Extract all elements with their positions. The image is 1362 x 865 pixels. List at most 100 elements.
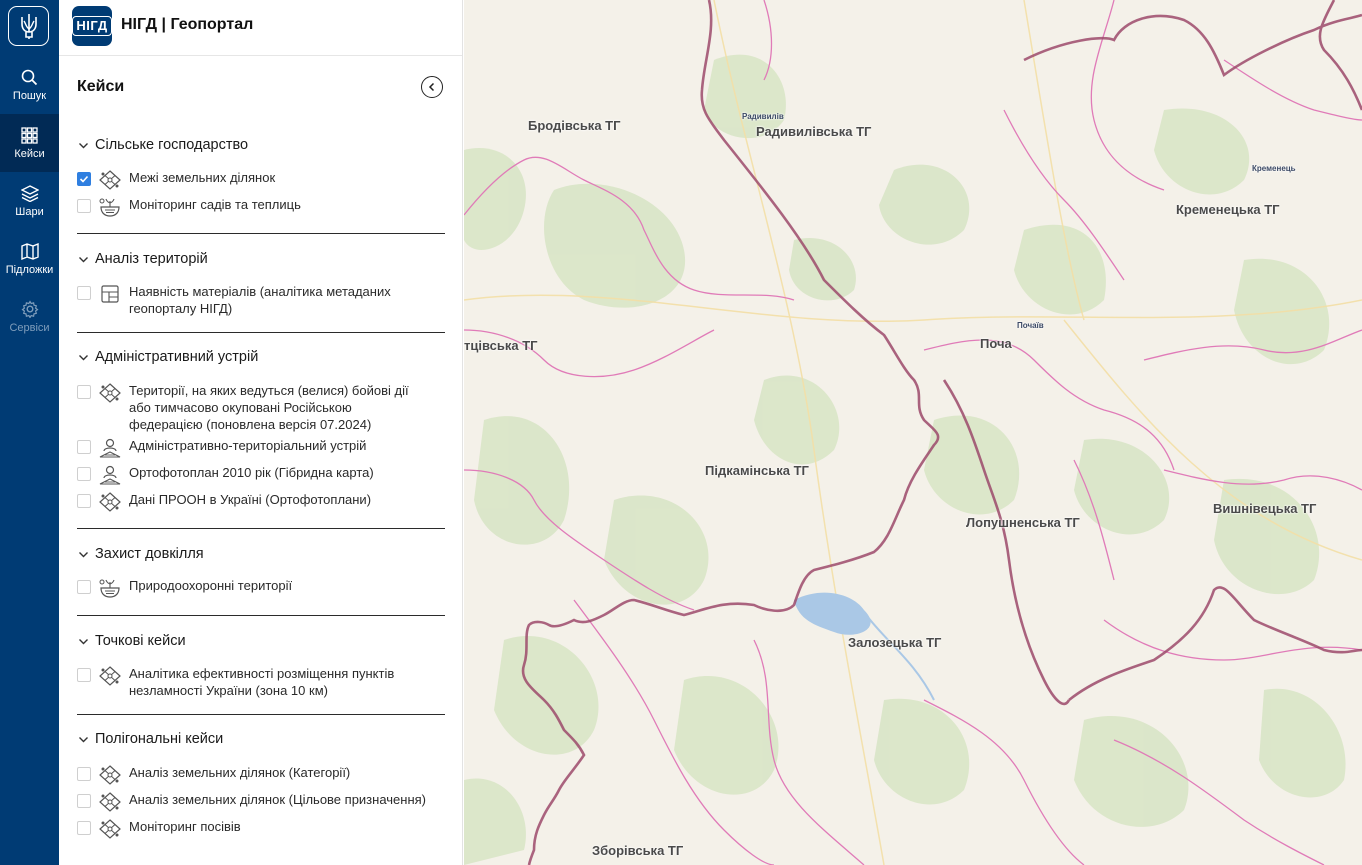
case-checkbox[interactable] — [77, 172, 91, 186]
person-pin-icon — [98, 437, 122, 459]
section-divider — [77, 528, 445, 529]
case-checkbox[interactable] — [77, 821, 91, 835]
section-title: Адміністративний устрій — [95, 349, 259, 365]
parcel-icon — [98, 382, 122, 404]
case-label: Аналіз земельних ділянок (Цільове призна… — [129, 792, 426, 807]
case-item[interactable]: Моніторинг садів та теплиць — [77, 196, 445, 218]
map-label: Залозецька ТГ — [848, 635, 942, 650]
rail-item-layers[interactable]: Шари — [0, 172, 59, 230]
coat-of-arms-logo[interactable] — [8, 6, 49, 46]
map-label: Почаїв — [1017, 321, 1044, 330]
greenhouse-icon — [98, 196, 122, 218]
section-header[interactable]: Точкові кейси — [77, 631, 445, 651]
section-divider — [77, 615, 445, 616]
case-item[interactable]: Дані ПРООН в Україні (Ортофотоплани) — [77, 491, 445, 513]
section-title: Аналіз територій — [95, 251, 208, 267]
section-divider — [77, 332, 445, 333]
section-header[interactable]: Аналіз територій — [77, 249, 445, 269]
case-item[interactable]: Аналітика ефективності розміщення пункті… — [77, 665, 445, 699]
case-item[interactable]: Аналіз земельних ділянок (Категорії) — [77, 764, 445, 786]
section-header[interactable]: Адміністративний устрій — [77, 347, 445, 367]
map-label: Підкамінська ТГ — [705, 463, 809, 478]
case-label: Ортофотоплан 2010 рік (Гібридна карта) — [129, 465, 374, 480]
case-item[interactable]: Наявність матеріалів (аналітика метадани… — [77, 283, 445, 317]
case-checkbox[interactable] — [77, 767, 91, 781]
chevron-down-icon — [77, 733, 89, 745]
section-polygon-cases: Полігональні кейси Аналіз земельних діля… — [77, 729, 445, 849]
river — [863, 611, 935, 701]
case-item[interactable]: Моніторинг посівів — [77, 818, 445, 840]
map-label: Поча — [980, 336, 1012, 351]
gear-icon — [21, 300, 38, 318]
map-canvas[interactable]: Бродівська ТГ Радивилівська ТГ Радивилів… — [464, 0, 1362, 865]
map-label: Лопушненська ТГ — [966, 515, 1080, 530]
map-label: Вишнівецька ТГ — [1213, 501, 1317, 516]
case-checkbox[interactable] — [77, 467, 91, 481]
section-header[interactable]: Сільське господарство — [77, 135, 445, 155]
case-checkbox[interactable] — [77, 440, 91, 454]
rail-item-search[interactable]: Пошук — [0, 56, 59, 114]
parcel-icon — [98, 491, 122, 513]
case-label: Межі земельних ділянок — [129, 170, 276, 185]
section-agriculture: Сільське господарство Межі земельних діл… — [77, 135, 445, 225]
case-label: Моніторинг посівів — [129, 819, 241, 834]
case-checkbox[interactable] — [77, 286, 91, 300]
case-checkbox[interactable] — [77, 494, 91, 508]
chevron-down-icon — [77, 253, 89, 265]
map-label: Зборівська ТГ — [592, 843, 684, 858]
case-label: Наявність матеріалів (аналітика метадани… — [129, 284, 391, 316]
case-checkbox[interactable] — [77, 385, 91, 399]
chevron-down-icon — [77, 548, 89, 560]
case-label: Адміністративно-територіальний устрій — [129, 438, 367, 453]
left-rail: Пошук Кейси Шари Підложки Сервіси — [0, 0, 59, 865]
case-checkbox[interactable] — [77, 794, 91, 808]
map-label: тцівська ТГ — [464, 338, 538, 353]
parcel-icon — [98, 818, 122, 840]
case-item[interactable]: Території, на яких ведуться (велися) бой… — [77, 382, 445, 433]
case-label: Аналітика ефективності розміщення пункті… — [129, 666, 395, 698]
case-item[interactable]: Природоохоронні території — [77, 577, 445, 599]
forest-areas — [464, 54, 1346, 865]
parcel-icon — [98, 791, 122, 813]
check-icon — [79, 175, 89, 183]
layout-icon — [98, 283, 122, 305]
section-header[interactable]: Полігональні кейси — [77, 729, 445, 749]
parcel-icon — [98, 764, 122, 786]
case-item[interactable]: Ортофотоплан 2010 рік (Гібридна карта) — [77, 464, 445, 486]
brand-title: НІГД | Геопортал — [121, 16, 254, 33]
map-icon — [20, 242, 39, 260]
section-title: Сільське господарство — [95, 137, 249, 153]
map-label: Кременецька ТГ — [1176, 202, 1280, 217]
parcel-icon — [98, 169, 122, 191]
map-label: Кременець — [1252, 164, 1296, 173]
chevron-left-icon — [428, 82, 435, 92]
parcel-icon — [98, 665, 122, 687]
brand-logo[interactable]: НІГД — [72, 6, 112, 46]
collapse-panel-button[interactable] — [421, 76, 443, 98]
case-item[interactable]: Аналіз земельних ділянок (Цільове призна… — [77, 791, 445, 813]
case-checkbox[interactable] — [77, 580, 91, 594]
panel-title: Кейси — [77, 78, 125, 95]
chevron-down-icon — [77, 139, 89, 151]
rail-item-basemaps[interactable]: Підложки — [0, 230, 59, 288]
section-header[interactable]: Захист довкілля — [77, 544, 445, 564]
case-checkbox[interactable] — [77, 668, 91, 682]
layers-icon — [20, 184, 39, 202]
rail-item-services[interactable]: Сервіси — [0, 288, 59, 346]
case-label: Природоохоронні території — [129, 578, 293, 593]
reservoir — [794, 592, 871, 635]
search-icon — [21, 69, 38, 85]
rail-item-label: Сервіси — [9, 322, 50, 334]
section-territory-analysis: Аналіз територій Наявність матеріалів (а… — [77, 249, 445, 329]
greenhouse-icon — [98, 577, 122, 599]
case-label: Моніторинг садів та теплиць — [129, 197, 301, 212]
case-checkbox[interactable] — [77, 199, 91, 213]
rail-item-label: Кейси — [14, 147, 45, 160]
section-divider — [77, 714, 445, 715]
cases-panel: НІГД НІГД | Геопортал Кейси Сільське гос… — [59, 0, 463, 865]
section-environment: Захист довкілля Природоохоронні територі… — [77, 544, 445, 609]
case-item[interactable]: Межі земельних ділянок — [77, 169, 445, 191]
case-item[interactable]: Адміністративно-територіальний устрій — [77, 437, 445, 459]
brand-header: НІГД НІГД | Геопортал — [59, 0, 462, 56]
rail-item-cases[interactable]: Кейси — [0, 114, 59, 172]
